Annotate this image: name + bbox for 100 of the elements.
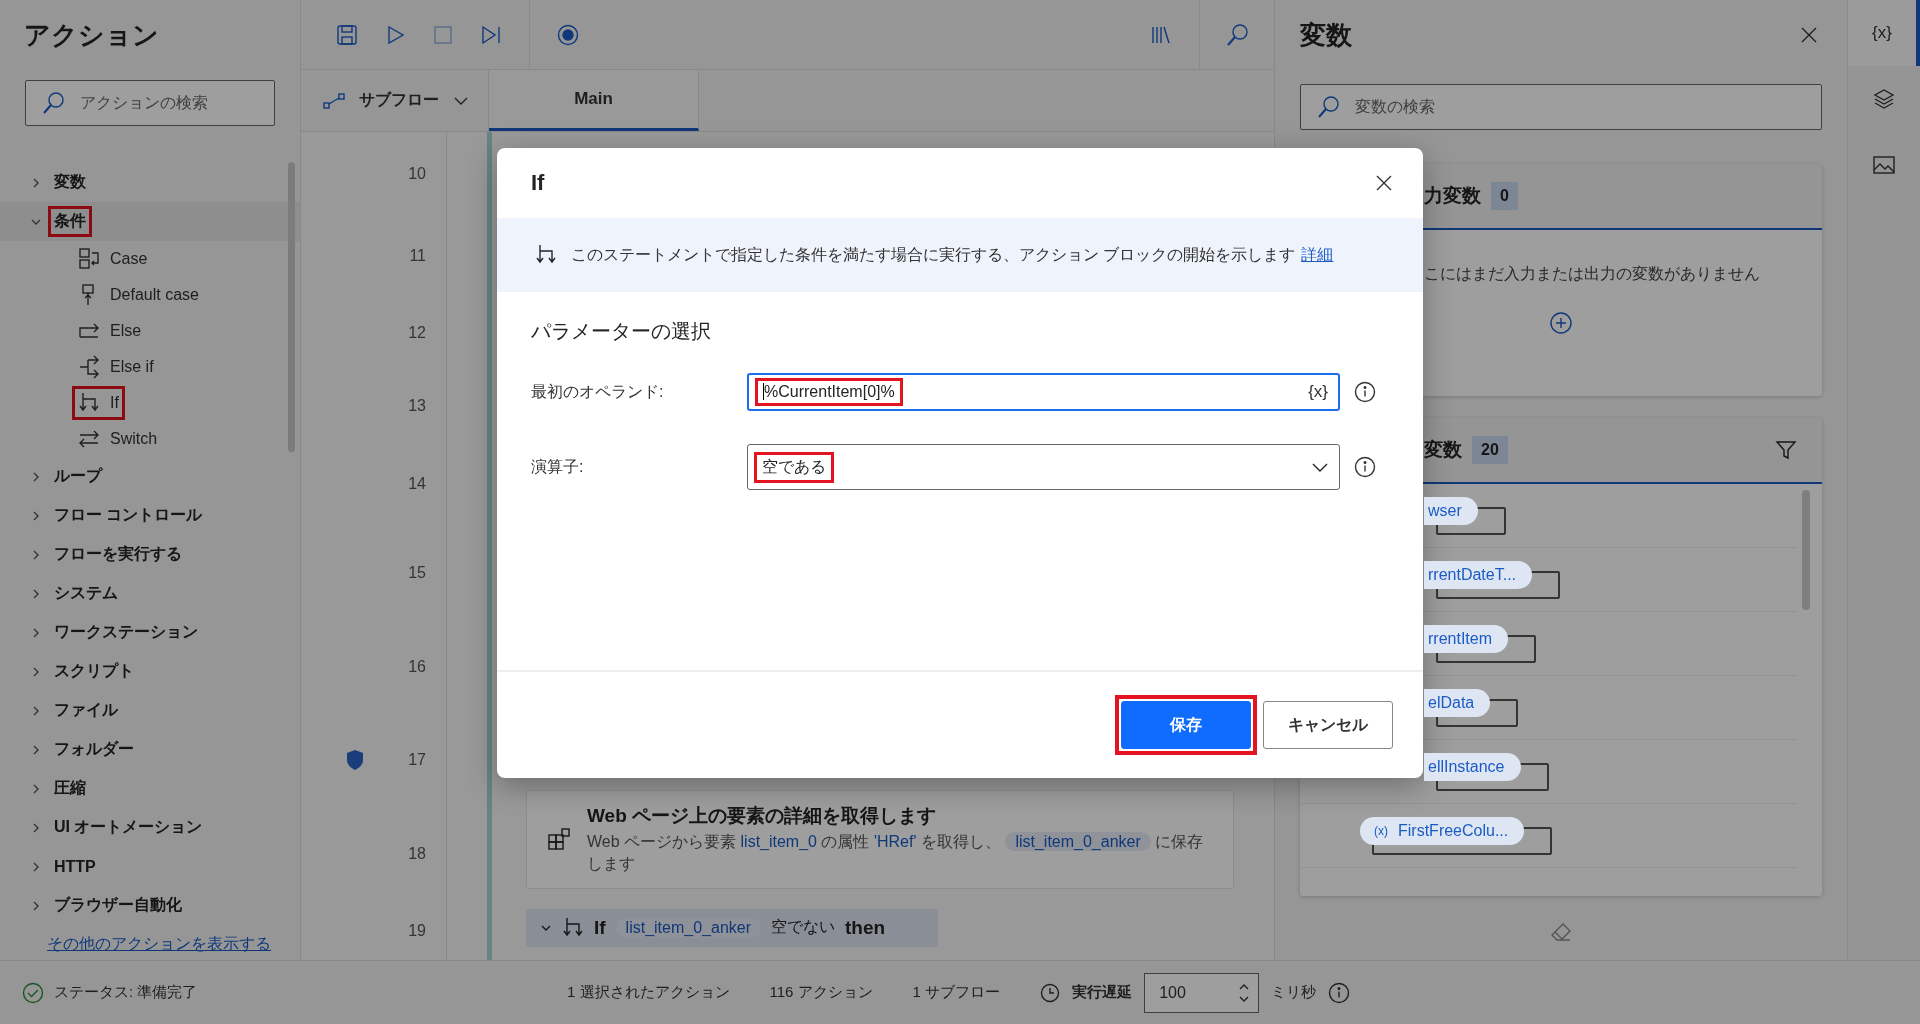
- layers-icon: [1872, 87, 1896, 111]
- field-label: 演算子:: [531, 456, 585, 477]
- close-icon: [1800, 26, 1818, 44]
- add-icon: [1549, 311, 1573, 335]
- line-number: 19: [408, 922, 426, 941]
- category-label: HTTP: [53, 856, 97, 877]
- cancel-button[interactable]: キャンセル: [1263, 701, 1393, 749]
- save-button[interactable]: 保存: [1121, 701, 1251, 749]
- search-icon: [1317, 95, 1341, 119]
- status-text: ステータス: 準備完了: [54, 983, 198, 1002]
- action-description: Web ページから要素 list_item_0 の属性 'HRef' を取得し、 list_item_0_anker に保存します: [587, 831, 1205, 875]
- category-label: ブラウザー自動化: [53, 895, 183, 915]
- category-label: スクリプト: [53, 661, 135, 681]
- operator-dropdown[interactable]: 空である: [747, 444, 1340, 490]
- status-text: 1 サブフロー: [912, 983, 1001, 1002]
- details-link[interactable]: 詳細: [1301, 245, 1334, 263]
- panel-title: 変数: [1300, 19, 1352, 52]
- category-item[interactable]: ブラウザー自動化: [0, 886, 300, 925]
- category-item[interactable]: 条件: [0, 202, 300, 241]
- line-number: 16: [408, 658, 426, 677]
- line-number: 18: [408, 845, 426, 864]
- category-item[interactable]: ワークステーション: [0, 613, 300, 652]
- category-label: 変数: [53, 172, 87, 192]
- category-item[interactable]: システム: [0, 574, 300, 613]
- count-badge: 20: [1472, 436, 1508, 464]
- condition-icon: [78, 247, 100, 271]
- operator-text: 空でない: [771, 917, 835, 938]
- if-keyword: If: [594, 916, 606, 939]
- line-number: 17: [408, 751, 426, 769]
- info-icon: [1328, 981, 1351, 1004]
- category-item[interactable]: ループ: [0, 457, 300, 496]
- rail-button[interactable]: {x}: [1848, 0, 1920, 66]
- element-icon: [547, 827, 571, 852]
- scrollbar[interactable]: [1802, 490, 1810, 610]
- search-icon: [1226, 22, 1250, 47]
- field-label: 最初のオペランド:: [531, 381, 665, 402]
- count-badge: 0: [1491, 182, 1518, 210]
- line-number: 10: [408, 164, 426, 183]
- delay-label: 実行遅延: [1072, 983, 1133, 1002]
- category-label: ワークステーション: [53, 622, 199, 642]
- action-item[interactable]: Case: [74, 244, 152, 274]
- category-item[interactable]: スクリプト: [0, 652, 300, 691]
- category-label: システム: [53, 583, 119, 603]
- dialog-description: このステートメントで指定した条件を満たす場合に実行する、アクション ブロックの開始を示します 詳細: [571, 244, 1334, 265]
- clock-icon: [1040, 982, 1061, 1003]
- category-item[interactable]: ファイル: [0, 691, 300, 730]
- panel-title: アクション: [23, 19, 160, 52]
- category-label: UI オートメーション: [53, 817, 204, 837]
- variable-button[interactable]: {x}: [1308, 382, 1328, 402]
- line-number: 15: [408, 563, 426, 582]
- close-icon: [1375, 174, 1393, 192]
- info-icon: [1354, 381, 1376, 403]
- category-label: フロー コントロール: [53, 505, 204, 525]
- category-label: ファイル: [53, 700, 119, 720]
- shield-icon: [345, 749, 365, 771]
- category-item[interactable]: フローを実行する: [0, 535, 300, 574]
- search-icon: [42, 91, 66, 115]
- category-item[interactable]: 圧縮: [0, 769, 300, 808]
- more-actions-link[interactable]: その他のアクションを表示する: [47, 934, 300, 955]
- category-label: ループ: [53, 466, 104, 486]
- action-card[interactable]: Web ページ上の要素の詳細を取得します Web ページから要素 list_item_0 の属性 'HRef' を取得し、 list_item_0_anker に保存します: [526, 790, 1234, 889]
- subflow-icon: [323, 91, 345, 110]
- action-item[interactable]: Switch: [74, 424, 162, 454]
- line-number: 14: [408, 474, 426, 493]
- action-item[interactable]: Else if: [74, 352, 158, 382]
- dialog-title: If: [531, 170, 545, 196]
- unit-label: ミリ秒: [1271, 983, 1317, 1002]
- category-label: 条件: [50, 208, 90, 235]
- line-number: 11: [409, 246, 426, 265]
- section-title: パラメーターの選択: [531, 319, 712, 344]
- condition-icon: [78, 355, 100, 379]
- category-item[interactable]: フォルダー: [0, 730, 300, 769]
- category-item[interactable]: 変数: [0, 163, 300, 202]
- operand-field[interactable]: %CurrentItem[0]% {x}: [747, 373, 1340, 411]
- category-item[interactable]: UI オートメーション: [0, 808, 300, 847]
- status-text: 1 選択されたアクション: [567, 983, 730, 1002]
- category-item[interactable]: フロー コントロール: [0, 496, 300, 535]
- category-item[interactable]: HTTP: [0, 847, 300, 886]
- flow-tab[interactable]: Main: [489, 70, 699, 131]
- info-icon: [1354, 456, 1376, 478]
- category-label: フローを実行する: [53, 544, 183, 564]
- line-number: 13: [408, 397, 426, 416]
- scrollbar[interactable]: [288, 162, 295, 452]
- step-icon: [480, 23, 502, 46]
- action-item[interactable]: If: [74, 388, 123, 418]
- if-step[interactable]: If list_item_0_anker 空でない then: [526, 908, 938, 947]
- record-icon: [556, 22, 580, 47]
- section-title: 変数: [1424, 438, 1462, 462]
- status-text: 116 アクション: [769, 983, 873, 1002]
- action-item[interactable]: Default case: [74, 280, 203, 310]
- delay-field[interactable]: 100: [1144, 972, 1260, 1013]
- image-icon: [1872, 154, 1896, 176]
- search-field[interactable]: 変数の検索: [1300, 84, 1822, 130]
- action-title: Web ページ上の要素の詳細を取得します: [587, 804, 938, 828]
- filter-icon: [1775, 439, 1797, 461]
- search-field[interactable]: アクションの検索: [25, 80, 275, 126]
- then-keyword: then: [845, 916, 886, 939]
- action-item[interactable]: Else: [74, 316, 146, 346]
- line-number: 12: [408, 324, 426, 342]
- empty-message: こにはまだ入力または出力の変数がありません: [1424, 264, 1760, 284]
